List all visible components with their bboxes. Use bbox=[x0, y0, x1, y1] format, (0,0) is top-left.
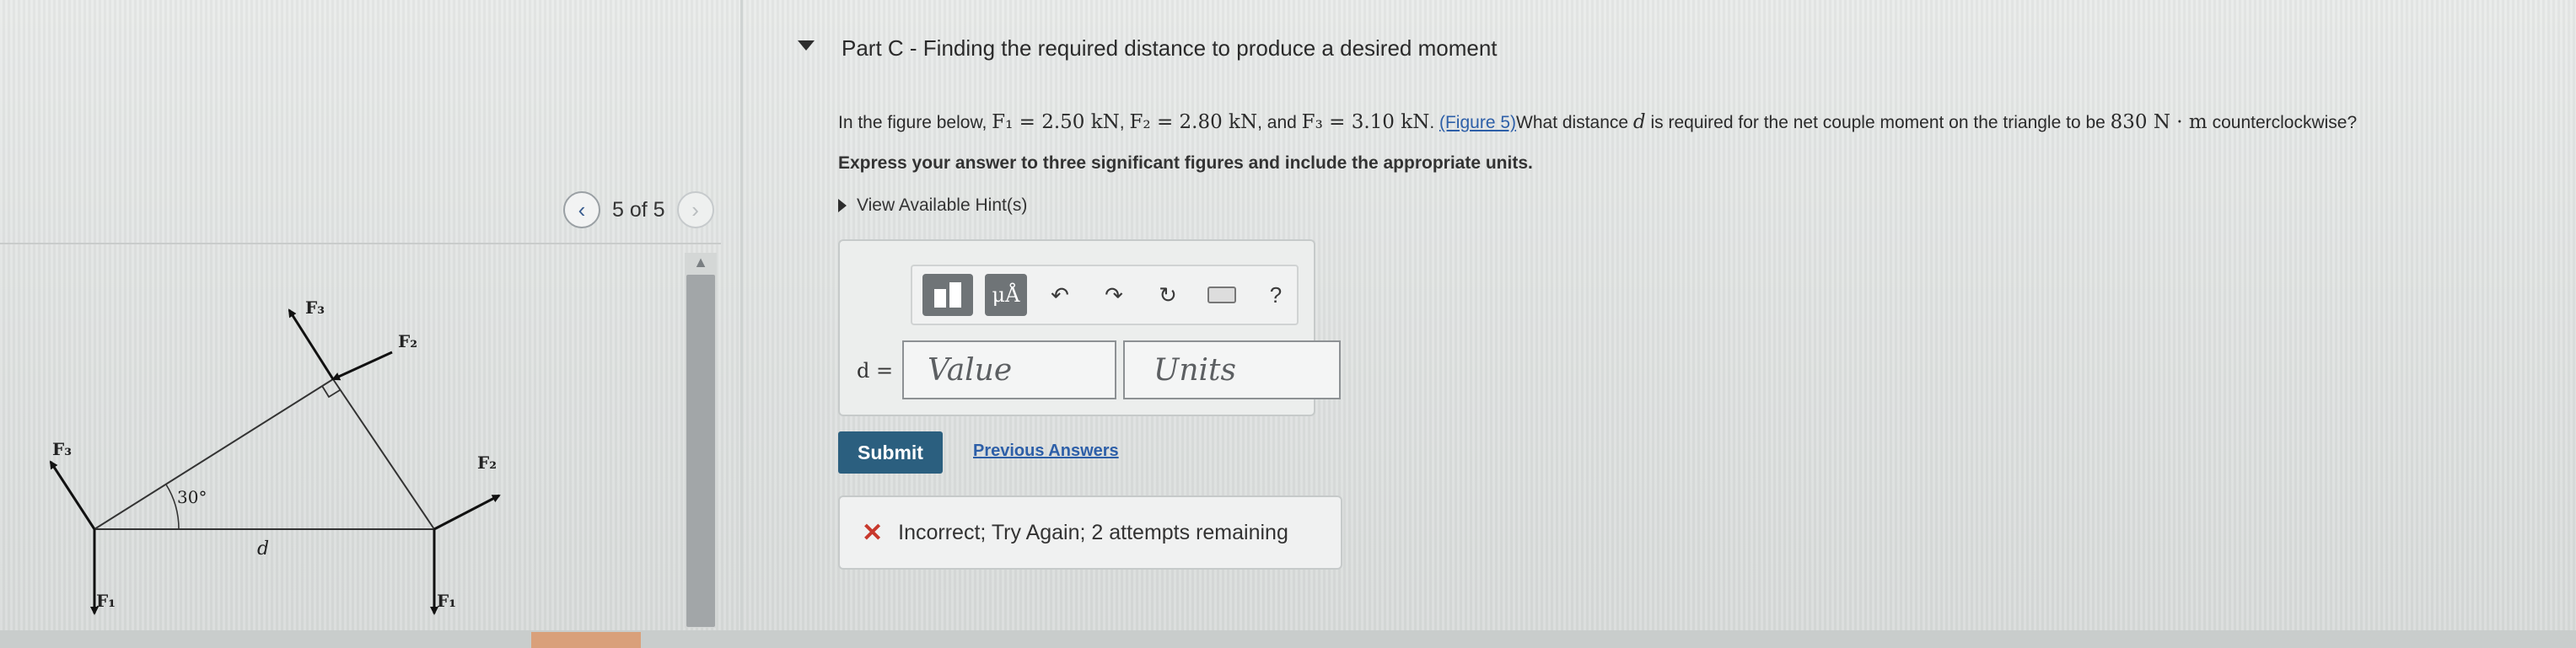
undo-button[interactable]: ↶ bbox=[1039, 274, 1081, 316]
units-button[interactable]: μÅ bbox=[985, 274, 1027, 316]
label-f1-right: F₁ bbox=[437, 591, 456, 611]
figure-pager: ‹ 5 of 5 › bbox=[563, 189, 714, 231]
templates-icon bbox=[934, 282, 961, 308]
question-part-a: What distance bbox=[1516, 113, 1633, 132]
moment-value: 830 N · m bbox=[2110, 111, 2208, 133]
question-part-b: is required for the net couple moment on… bbox=[1645, 113, 2111, 132]
units-icon: μÅ bbox=[992, 283, 1020, 307]
variable-d: d bbox=[1632, 111, 1646, 133]
reset-button[interactable]: ↻ bbox=[1147, 274, 1189, 316]
part-title: Part C - Finding the required distance t… bbox=[842, 35, 1498, 61]
force-diagram: F₃ F₃ F₂ F₂ F₁ F₁ 30° d bbox=[49, 297, 501, 615]
right-angle-mark bbox=[321, 385, 341, 399]
prev-figure-button[interactable]: ‹ bbox=[563, 191, 600, 228]
answer-variable-label: d = bbox=[857, 359, 894, 383]
triangle-right-side bbox=[332, 378, 435, 530]
problem-intro: In the figure below, bbox=[838, 113, 992, 132]
label-f3-left: F₃ bbox=[52, 439, 72, 459]
pane-divider bbox=[740, 0, 743, 648]
feedback-message: ✕ Incorrect; Try Again; 2 attempts remai… bbox=[838, 495, 1342, 570]
view-hints-label: View Available Hint(s) bbox=[857, 195, 1028, 215]
chevron-left-icon: ‹ bbox=[578, 196, 586, 222]
answer-box: μÅ ↶ ↷ ↻ ? d = bbox=[838, 239, 1341, 416]
label-f1-left: F₁ bbox=[96, 591, 116, 611]
help-icon: ? bbox=[1269, 281, 1283, 308]
force-f2-top bbox=[331, 351, 393, 381]
view-hints-toggle[interactable]: View Available Hint(s) bbox=[838, 195, 1027, 216]
keyboard-button[interactable] bbox=[1201, 274, 1243, 316]
f3-value: F₃ = 3.10 kN bbox=[1301, 111, 1430, 133]
figure-link[interactable]: (Figure 5) bbox=[1439, 113, 1516, 132]
scroll-up-icon[interactable]: ▲ bbox=[690, 253, 712, 271]
problem-statement: In the figure below, F₁ = 2.50 kN, F₂ = … bbox=[838, 111, 2357, 133]
error-x-icon: ✕ bbox=[862, 518, 884, 547]
redo-button[interactable]: ↷ bbox=[1093, 274, 1135, 316]
undo-icon: ↶ bbox=[1051, 281, 1069, 308]
label-f2-top: F₂ bbox=[398, 331, 417, 351]
triangle-hypotenuse bbox=[94, 378, 334, 530]
help-button[interactable]: ? bbox=[1255, 274, 1297, 316]
figure-pane: ‹ 5 of 5 › F₃ F₃ F₂ F₂ F₁ F₁ 30° d ▲ bbox=[0, 0, 742, 648]
label-f2-right: F₂ bbox=[477, 453, 497, 473]
feedback-text: Incorrect; Try Again; 2 attempts remaini… bbox=[898, 520, 1288, 544]
math-toolbar: μÅ ↶ ↷ ↻ ? bbox=[911, 265, 1299, 325]
label-distance: d bbox=[257, 538, 269, 560]
force-f3-top bbox=[288, 308, 335, 380]
submit-button[interactable]: Submit bbox=[838, 431, 943, 474]
force-f3-left bbox=[49, 460, 96, 530]
figure-scrollbar-thumb[interactable] bbox=[686, 275, 715, 627]
caret-right-icon bbox=[838, 199, 847, 212]
problem-sep-1: , bbox=[1119, 113, 1130, 132]
f1-value: F₁ = 2.50 kN bbox=[992, 111, 1120, 133]
redo-icon: ↷ bbox=[1105, 281, 1123, 308]
problem-sep-2: , and bbox=[1257, 113, 1302, 132]
units-input[interactable] bbox=[1123, 340, 1341, 399]
bottom-strip bbox=[0, 630, 2576, 648]
keyboard-icon bbox=[1207, 287, 1236, 303]
bottom-accent bbox=[531, 632, 641, 648]
value-input[interactable] bbox=[902, 340, 1116, 399]
reset-icon: ↻ bbox=[1159, 281, 1177, 308]
chevron-right-icon: › bbox=[691, 196, 699, 222]
f2-value: F₂ = 2.80 kN bbox=[1129, 111, 1258, 133]
label-angle: 30° bbox=[177, 487, 207, 507]
question-content: Part C - Finding the required distance t… bbox=[793, 0, 2563, 630]
pager-text: 5 of 5 bbox=[612, 197, 665, 222]
collapse-caret-icon[interactable] bbox=[798, 40, 815, 51]
problem-sep-3: . bbox=[1429, 113, 1439, 132]
templates-button[interactable] bbox=[922, 274, 973, 316]
answer-instruction: Express your answer to three significant… bbox=[838, 153, 1533, 173]
force-f2-right bbox=[433, 494, 501, 531]
next-figure-button[interactable]: › bbox=[676, 191, 714, 228]
question-part-c: counterclockwise? bbox=[2207, 113, 2358, 132]
label-f3-top: F₃ bbox=[305, 297, 325, 318]
previous-answers-link[interactable]: Previous Answers bbox=[973, 442, 1119, 461]
